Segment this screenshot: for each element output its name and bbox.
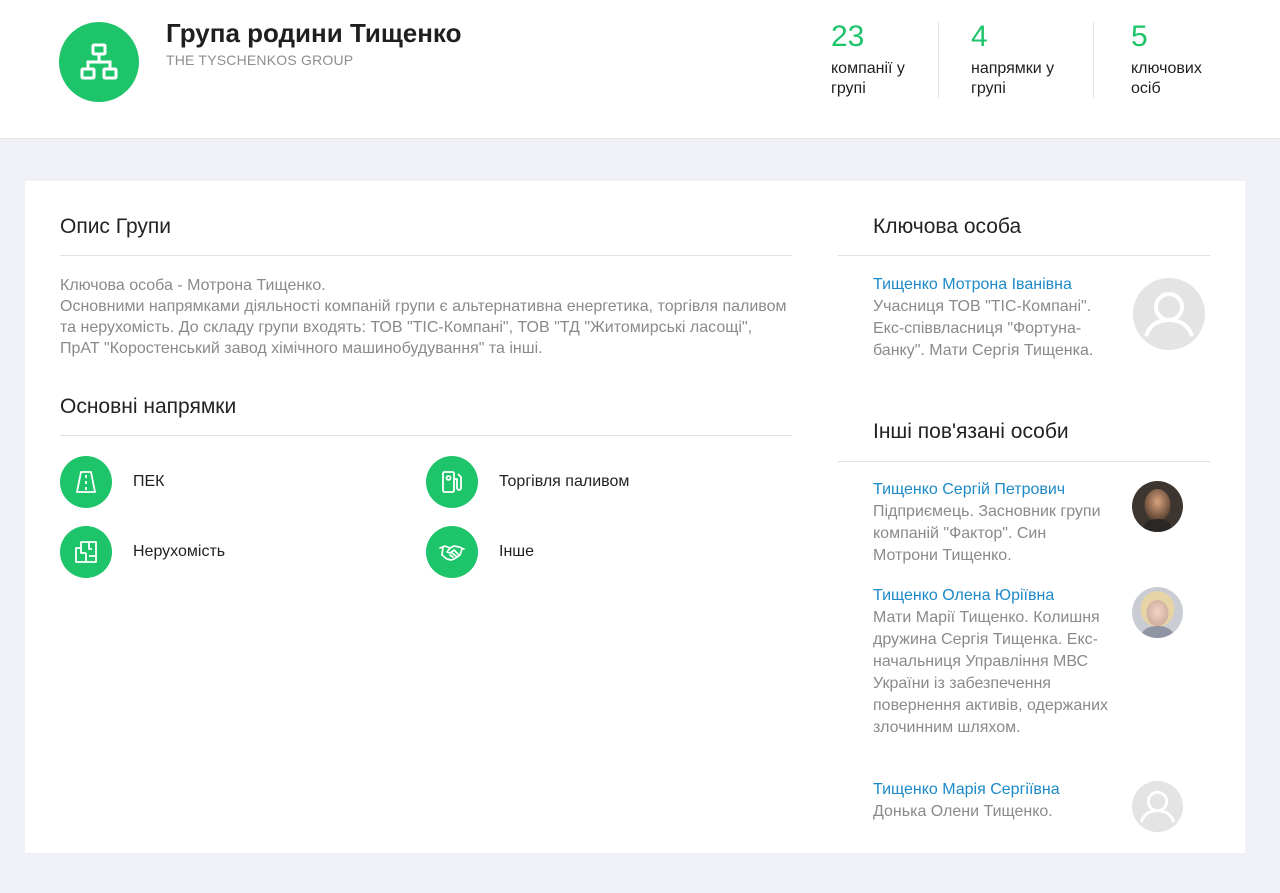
description-title: Опис Групи <box>60 215 172 238</box>
user-icon <box>1133 278 1205 350</box>
divider <box>60 255 792 256</box>
direction-label: Нерухомість <box>133 543 226 560</box>
stat-label-line: компанії у <box>831 60 905 77</box>
avatar-photo[interactable] <box>1132 587 1183 638</box>
handshake-icon <box>426 526 478 578</box>
stat-directions: 4 напрямки у групі <box>971 20 1054 99</box>
direction-label: ПЕК <box>133 473 165 490</box>
avatar-placeholder[interactable] <box>1133 278 1205 350</box>
key-person: Тищенко Мотрона Іванівна Учасниця ТОВ "Т… <box>873 274 1113 362</box>
org-structure-icon <box>80 43 118 80</box>
direction-item-fuel[interactable]: Торгівля паливом <box>426 456 629 508</box>
stat-label: компанії у групі <box>831 59 905 99</box>
divider <box>838 255 1210 256</box>
person-link[interactable]: Тищенко Олена Юріївна <box>873 585 1113 607</box>
key-person-title: Ключова особа <box>873 215 1022 238</box>
direction-label: Інше <box>499 543 535 560</box>
stat-label-line: групі <box>971 80 1006 97</box>
group-description: Ключова особа - Мотрона Тищенко. Основни… <box>60 275 795 359</box>
person-photo-icon <box>1132 587 1183 638</box>
related-person: Тищенко Олена Юріївна Мати Марії Тищенко… <box>873 585 1113 739</box>
stat-label-line: групі <box>831 80 866 97</box>
stat-label-line: осіб <box>1131 80 1161 97</box>
person-link[interactable]: Тищенко Сергій Петрович <box>873 479 1113 501</box>
person-link[interactable]: Тищенко Марія Сергіївна <box>873 779 1113 801</box>
description-text: Основними напрямками діяльності компаній… <box>60 298 787 357</box>
avatar-photo[interactable] <box>1132 481 1183 532</box>
related-person: Тищенко Сергій Петрович Підприємець. Зас… <box>873 479 1113 567</box>
road-icon <box>60 456 112 508</box>
person-link[interactable]: Тищенко Мотрона Іванівна <box>873 274 1113 296</box>
page-title: Група родини Тищенко <box>166 18 462 48</box>
stat-label: ключових осіб <box>1131 59 1202 99</box>
direction-item-other[interactable]: Інше <box>426 526 534 578</box>
user-icon <box>1132 781 1183 832</box>
related-person: Тищенко Марія Сергіївна Донька Олени Тищ… <box>873 779 1113 823</box>
divider <box>60 435 792 436</box>
direction-label: Торгівля паливом <box>499 473 630 490</box>
group-logo <box>59 22 139 102</box>
other-persons-title: Інші пов'язані особи <box>873 420 1069 443</box>
page-subtitle: THE TYSCHENKOS GROUP <box>166 52 354 68</box>
stat-value: 23 <box>831 20 865 53</box>
group-card: Опис Групи Ключова особа - Мотрона Тищен… <box>25 181 1245 853</box>
fuel-pump-icon <box>426 456 478 508</box>
direction-item-real-estate[interactable]: Нерухомість <box>60 526 225 578</box>
stat-value: 4 <box>971 20 988 53</box>
direction-item-pek[interactable]: ПЕК <box>60 456 165 508</box>
group-header: Група родини Тищенко THE TYSCHENKOS GROU… <box>0 0 1280 139</box>
floor-plan-icon <box>60 526 112 578</box>
person-description: Донька Олени Тищенко. <box>873 803 1053 820</box>
stat-label-line: ключових <box>1131 60 1202 77</box>
description-line: Ключова особа - Мотрона Тищенко. <box>60 277 326 294</box>
stat-label-line: напрямки у <box>971 60 1055 77</box>
stat-label: напрямки у групі <box>971 59 1054 99</box>
divider <box>838 461 1210 462</box>
person-description: Підприємець. Засновник групи компаній "Ф… <box>873 503 1101 564</box>
directions-title: Основні напрямки <box>60 395 237 418</box>
person-description: Мати Марії Тищенко. Колишня дружина Серг… <box>873 609 1109 736</box>
stat-companies: 23 компанії у групі <box>831 20 905 99</box>
person-photo-icon <box>1132 481 1183 532</box>
stat-value: 5 <box>1131 20 1148 53</box>
person-description: Учасниця ТОВ "ТІС-Компані". Екс-співвлас… <box>873 298 1094 359</box>
stat-key-persons: 5 ключових осіб <box>1131 20 1202 99</box>
stat-divider <box>1093 22 1094 98</box>
stat-divider <box>938 22 939 98</box>
avatar-placeholder[interactable] <box>1132 781 1183 832</box>
